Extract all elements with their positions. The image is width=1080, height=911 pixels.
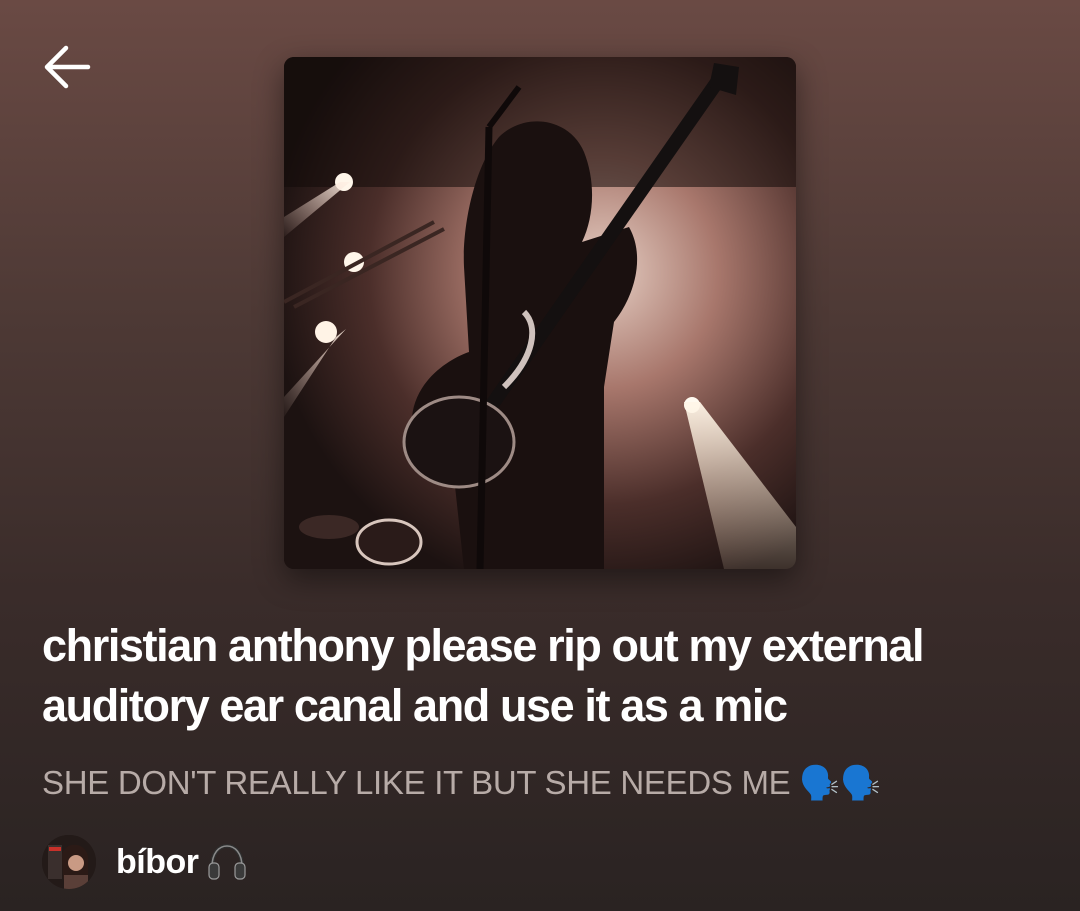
playlist-cover-image xyxy=(284,57,796,569)
arrow-left-icon xyxy=(40,40,94,94)
playlist-title: christian anthony please rip out my exte… xyxy=(42,620,925,731)
headphones-icon xyxy=(206,841,248,883)
owner-name[interactable]: bíbor xyxy=(116,843,199,882)
playlist-owner[interactable]: bíbor xyxy=(42,834,248,890)
profile-avatar-icon[interactable] xyxy=(42,835,96,889)
back-button[interactable] xyxy=(34,34,100,100)
playlist-description: SHE DON'T REALLY LIKE IT BUT SHE NEEDS M… xyxy=(42,764,881,801)
